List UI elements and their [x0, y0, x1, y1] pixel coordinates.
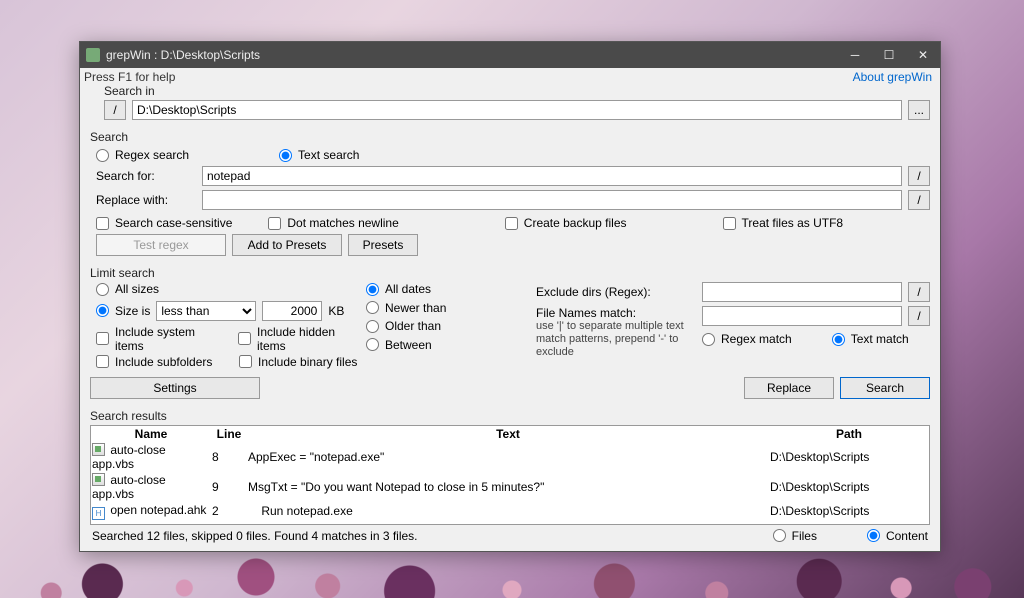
filenames-hint: use '|' to separate multiple text match … — [536, 320, 696, 359]
browse-button[interactable]: ... — [908, 100, 930, 120]
regex-match-radio[interactable]: Regex match — [702, 332, 792, 346]
exclude-dirs-input[interactable] — [702, 282, 902, 302]
table-row[interactable]: H open notepad.ahk2 Run notepad.exeD:\De… — [91, 502, 929, 521]
close-button[interactable]: ✕ — [906, 42, 940, 68]
app-icon — [86, 48, 100, 62]
replace-with-label: Replace with: — [96, 193, 196, 207]
search-button[interactable]: Search — [840, 377, 930, 399]
include-hidden-check[interactable]: Include hidden items — [238, 325, 366, 353]
older-radio[interactable]: Older than — [366, 319, 441, 333]
replace-with-input[interactable] — [202, 190, 902, 210]
search-in-label: Search in — [104, 84, 930, 98]
kb-label: KB — [328, 304, 344, 318]
table-row[interactable]: auto-close app.vbs8AppExec = "notepad.ex… — [91, 442, 929, 472]
between-radio[interactable]: Between — [366, 338, 432, 352]
dot-newline-check[interactable]: Dot matches newline — [268, 216, 398, 230]
test-regex-button[interactable]: Test regex — [96, 234, 226, 256]
grepwin-window: grepWin : D:\Desktop\Scripts ─ ☐ ✕ Press… — [79, 41, 941, 552]
replace-with-mru-button[interactable]: / — [908, 190, 930, 210]
size-is-radio[interactable]: Size is — [96, 304, 150, 318]
status-text: Searched 12 files, skipped 0 files. Foun… — [92, 529, 773, 543]
newer-radio[interactable]: Newer than — [366, 301, 446, 315]
view-content-radio[interactable]: Content — [867, 529, 928, 543]
case-sensitive-check[interactable]: Search case-sensitive — [96, 216, 232, 230]
search-for-mru-button[interactable]: / — [908, 166, 930, 186]
filenames-mru-button[interactable]: / — [908, 306, 930, 326]
vbs-file-icon — [92, 443, 105, 456]
include-binary-check[interactable]: Include binary files — [239, 355, 357, 369]
exclude-dirs-mru-button[interactable]: / — [908, 282, 930, 302]
col-text[interactable]: Text — [247, 426, 769, 442]
size-value-input[interactable] — [262, 301, 322, 321]
exclude-dirs-label: Exclude dirs (Regex): — [536, 285, 696, 299]
limit-group-label: Limit search — [90, 266, 930, 280]
presets-button[interactable]: Presets — [348, 234, 418, 256]
results-group-label: Search results — [90, 409, 930, 423]
replace-button[interactable]: Replace — [744, 377, 834, 399]
filenames-input[interactable] — [702, 306, 902, 326]
view-files-radio[interactable]: Files — [773, 529, 817, 543]
table-row[interactable]: auto-close app.vbs9MsgTxt = "Do you want… — [91, 472, 929, 502]
ahk-file-icon: H — [92, 507, 105, 520]
search-for-input[interactable] — [202, 166, 902, 186]
text-match-radio[interactable]: Text match — [832, 332, 909, 346]
search-for-label: Search for: — [96, 169, 196, 183]
size-op-select[interactable]: less than — [156, 301, 256, 321]
help-hint: Press F1 for help — [84, 70, 853, 84]
all-dates-radio[interactable]: All dates — [366, 282, 431, 296]
utf8-check[interactable]: Treat files as UTF8 — [723, 216, 844, 230]
vbs-file-icon — [92, 473, 105, 486]
backup-check[interactable]: Create backup files — [505, 216, 627, 230]
about-link[interactable]: About grepWin — [853, 70, 932, 84]
minimize-button[interactable]: ─ — [838, 42, 872, 68]
results-table[interactable]: Name Line Text Path auto-close app.vbs8A… — [90, 425, 930, 525]
add-presets-button[interactable]: Add to Presets — [232, 234, 342, 256]
text-search-radio[interactable]: Text search — [279, 148, 359, 162]
col-line[interactable]: Line — [211, 426, 247, 442]
include-subfolders-check[interactable]: Include subfolders — [96, 355, 221, 369]
filenames-match-label: File Names match: — [536, 306, 696, 320]
search-group-label: Search — [90, 130, 930, 144]
titlebar[interactable]: grepWin : D:\Desktop\Scripts ─ ☐ ✕ — [80, 42, 940, 68]
col-path[interactable]: Path — [769, 426, 929, 442]
col-name[interactable]: Name — [91, 426, 211, 442]
maximize-button[interactable]: ☐ — [872, 42, 906, 68]
regex-search-radio[interactable]: Regex search — [96, 148, 189, 162]
include-system-check[interactable]: Include system items — [96, 325, 220, 353]
search-in-mru-button[interactable]: / — [104, 100, 126, 120]
search-in-input[interactable] — [132, 100, 902, 120]
settings-button[interactable]: Settings — [90, 377, 260, 399]
window-title: grepWin : D:\Desktop\Scripts — [106, 48, 838, 62]
all-sizes-radio[interactable]: All sizes — [96, 282, 159, 296]
